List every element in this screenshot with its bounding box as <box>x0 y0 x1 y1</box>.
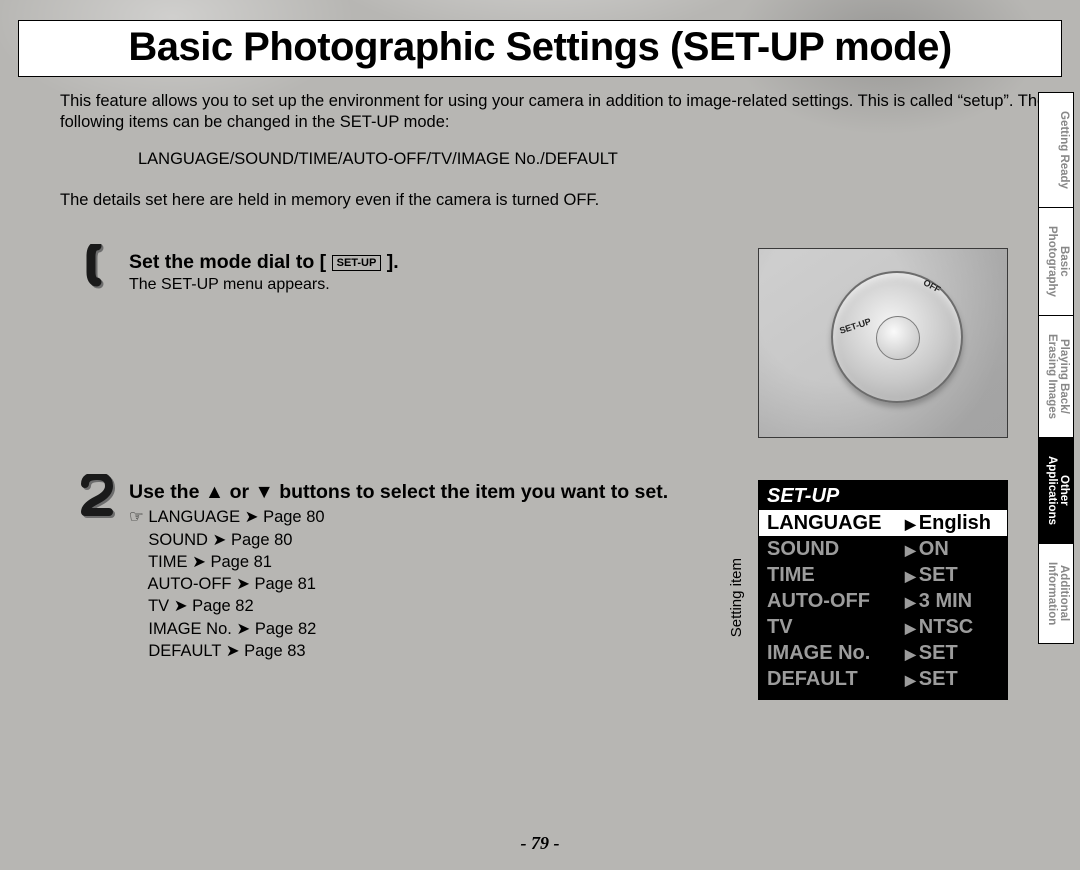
step-1-subtext: The SET-UP menu appears. <box>129 276 715 294</box>
lcd-setup-menu: SET-UP LANGUAGE English SOUND ON TIME SE… <box>758 480 1008 700</box>
tab-label: Applications <box>1046 456 1058 525</box>
tab-label: Playing Back/ <box>1058 339 1070 414</box>
lcd-val: 3 MIN <box>905 590 972 613</box>
step-number-1-icon <box>75 244 121 290</box>
tab-label: Other <box>1058 475 1070 506</box>
setting-item-callout: Setting item <box>728 558 745 637</box>
tab-label: Basic <box>1058 246 1070 277</box>
ref-auto-off: AUTO-OFF ➤ Page 81 <box>147 575 316 593</box>
ref-language: LANGUAGE ➤ Page 80 <box>148 508 324 526</box>
lcd-row-auto-off: AUTO-OFF 3 MIN <box>759 588 1007 614</box>
ref-sound: SOUND ➤ Page 80 <box>148 531 292 549</box>
pointer-icon: ☞ <box>129 508 144 526</box>
lcd-row-default: DEFAULT SET <box>759 666 1007 692</box>
lcd-key: LANGUAGE <box>767 512 905 535</box>
ref-default: DEFAULT ➤ Page 83 <box>148 642 305 660</box>
setup-items-list: LANGUAGE/SOUND/TIME/AUTO-OFF/TV/IMAGE No… <box>138 150 1072 169</box>
tab-label: Getting Ready <box>1058 111 1070 189</box>
step-2-heading: Use the ▲ or ▼ buttons to select the ite… <box>129 480 715 504</box>
lcd-key: TV <box>767 616 905 639</box>
lcd-val: SET <box>905 564 958 587</box>
ref-tv: TV ➤ Page 82 <box>148 597 254 615</box>
manual-page: Basic Photographic Settings (SET-UP mode… <box>0 0 1080 870</box>
page-reference-list: ☞ LANGUAGE ➤ Page 80 ☞ SOUND ➤ Page 80 ☞… <box>129 506 715 662</box>
lcd-val: English <box>905 512 991 535</box>
tab-additional-information[interactable]: Additional Information <box>1038 543 1074 644</box>
ref-image-no: IMAGE No. ➤ Page 82 <box>148 620 316 638</box>
lcd-row-tv: TV NTSC <box>759 614 1007 640</box>
page-number: - 79 - <box>0 833 1080 854</box>
mode-dial-photo: OFF SET-UP <box>758 248 1008 438</box>
tab-label: Photography <box>1046 226 1058 297</box>
page-title-band: Basic Photographic Settings (SET-UP mode… <box>18 20 1062 77</box>
lcd-key: AUTO-OFF <box>767 590 905 613</box>
lcd-title: SET-UP <box>759 481 1007 510</box>
lcd-row-language: LANGUAGE English <box>759 510 1007 536</box>
lcd-key: DEFAULT <box>767 668 905 691</box>
lcd-key: IMAGE No. <box>767 642 905 665</box>
lcd-row-image-no: IMAGE No. SET <box>759 640 1007 666</box>
step-number-2-icon <box>75 474 121 520</box>
lcd-key: TIME <box>767 564 905 587</box>
step-1-heading-pre: Set the mode dial to [ <box>129 251 332 273</box>
section-tabs: Getting Ready Basic Photography Playing … <box>1038 92 1074 644</box>
tab-label: Additional <box>1058 565 1070 621</box>
ref-time: TIME ➤ Page 81 <box>148 553 272 571</box>
lcd-val: ON <box>905 538 949 561</box>
intro-paragraph: This feature allows you to set up the en… <box>60 91 1054 132</box>
step-1: Set the mode dial to [ SET-UP ]. The SET… <box>75 250 715 294</box>
tab-playing-back[interactable]: Playing Back/ Erasing Images <box>1038 315 1074 437</box>
dial-label-setup: SET-UP <box>838 316 872 336</box>
step-1-heading-post: ]. <box>381 251 398 273</box>
tab-getting-ready[interactable]: Getting Ready <box>1038 92 1074 207</box>
lcd-key: SOUND <box>767 538 905 561</box>
step-2: Use the ▲ or ▼ buttons to select the ite… <box>75 480 715 662</box>
step-1-heading: Set the mode dial to [ SET-UP ]. <box>129 250 715 274</box>
tab-label: Information <box>1046 562 1058 625</box>
lcd-row-time: TIME SET <box>759 562 1007 588</box>
lcd-val: SET <box>905 642 958 665</box>
memory-retain-note: The details set here are held in memory … <box>60 191 1072 210</box>
lcd-row-sound: SOUND ON <box>759 536 1007 562</box>
tab-basic-photography[interactable]: Basic Photography <box>1038 207 1074 315</box>
lcd-val: NTSC <box>905 616 973 639</box>
tab-label: Erasing Images <box>1046 334 1058 419</box>
tab-other-applications[interactable]: Other Applications <box>1038 437 1074 543</box>
lcd-val: SET <box>905 668 958 691</box>
mode-dial: OFF SET-UP <box>831 271 963 403</box>
page-title: Basic Photographic Settings (SET-UP mode… <box>29 25 1051 70</box>
setup-chip: SET-UP <box>332 255 382 271</box>
